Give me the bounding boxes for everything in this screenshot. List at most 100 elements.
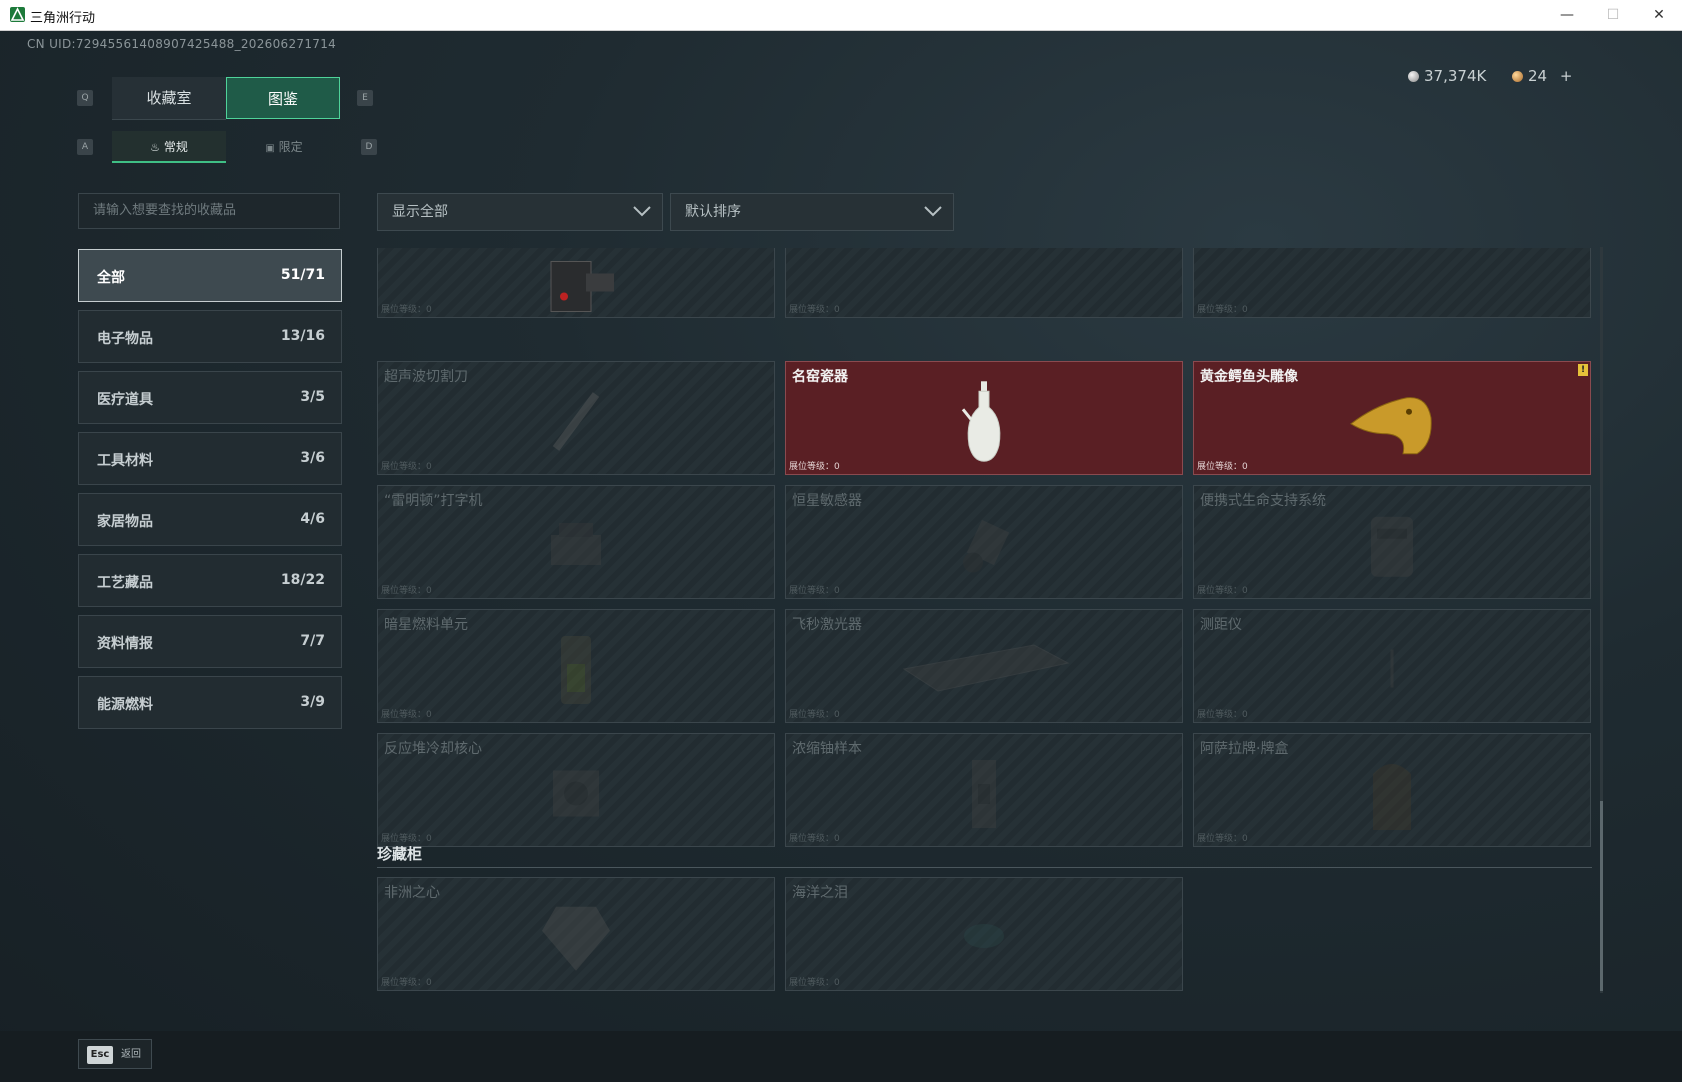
show-filter-dropdown[interactable]: 显示全部	[377, 193, 663, 231]
gold-coin-icon	[1512, 71, 1523, 82]
category-label: 全部	[97, 270, 125, 286]
rangefinder-image	[1390, 649, 1394, 688]
item-card[interactable]: 展位等级：0	[377, 248, 775, 318]
item-name: “雷明顿”打字机	[384, 493, 483, 509]
treasure-cabinet-title: 珍藏柜	[377, 845, 423, 863]
category-tools[interactable]: 工具材料 3/6	[78, 432, 342, 485]
item-level: 展位等级：0	[1197, 710, 1248, 720]
item-card[interactable]: 名窑瓷器 展位等级：0	[785, 361, 1183, 475]
category-medical[interactable]: 医疗道具 3/5	[78, 371, 342, 424]
item-name: 黄金鳄鱼头雕像	[1200, 369, 1298, 385]
item-card[interactable]: 测距仪 展位等级：0	[1193, 609, 1591, 723]
category-household[interactable]: 家居物品 4/6	[78, 493, 342, 546]
category-label: 资料情报	[97, 636, 153, 652]
app-logo-icon	[10, 7, 25, 22]
fuel-cell-image	[561, 636, 591, 704]
item-level: 展位等级：0	[789, 978, 840, 988]
item-card[interactable]: 便携式生命支持系统 展位等级：0	[1193, 485, 1591, 599]
item-level: 展位等级：0	[381, 586, 432, 596]
item-name: 恒星敏感器	[792, 493, 862, 509]
category-count: 18/22	[280, 572, 325, 588]
item-level: 展位等级：0	[789, 586, 840, 596]
item-card[interactable]: 超声波切割刀 展位等级：0	[377, 361, 775, 475]
item-level: 展位等级：0	[381, 305, 432, 315]
heart-of-africa-image	[542, 906, 610, 971]
life-support-image	[1371, 516, 1413, 577]
uranium-sample-image	[972, 760, 996, 828]
category-label: 工具材料	[97, 453, 153, 469]
limited-icon: ▣	[265, 143, 275, 154]
item-name: 反应堆冷却核心	[384, 741, 482, 757]
laser-image	[902, 644, 1070, 692]
item-card[interactable]: “雷明顿”打字机 展位等级：0	[377, 485, 775, 599]
item-name: 浓缩铀样本	[792, 741, 862, 757]
item-name: 飞秒激光器	[792, 617, 862, 633]
item-level: 展位等级：0	[381, 710, 432, 720]
item-name: 测距仪	[1200, 617, 1242, 633]
category-energy[interactable]: 能源燃料 3/9	[78, 676, 342, 729]
item-level: 展位等级：0	[381, 978, 432, 988]
section-divider	[377, 867, 1592, 868]
cutter-image	[552, 392, 600, 451]
search-input[interactable]: 请输入想要查找的收藏品	[78, 193, 340, 229]
subtab-limited[interactable]: ▣ 限定	[234, 131, 334, 163]
category-count: 4/6	[300, 511, 325, 527]
category-intel[interactable]: 资料情报 7/7	[78, 615, 342, 668]
key-hint-d: D	[361, 139, 377, 155]
chevron-down-icon	[924, 206, 942, 217]
back-label: 返回	[121, 1049, 141, 1060]
window-title: 三角洲行动	[30, 11, 96, 26]
add-currency-button[interactable]: +	[1560, 67, 1573, 85]
category-crafts[interactable]: 工艺藏品 18/22	[78, 554, 342, 607]
item-card[interactable]: 飞秒激光器 展位等级：0	[785, 609, 1183, 723]
item-level: 展位等级：0	[789, 834, 840, 844]
silver-amount: 37,374K	[1424, 67, 1487, 85]
item-level: 展位等级：0	[789, 710, 840, 720]
item-card[interactable]: 反应堆冷却核心 展位等级：0	[377, 733, 775, 847]
treasure-card[interactable]: 非洲之心 展位等级：0	[377, 877, 775, 991]
gold-amount: 24	[1528, 67, 1548, 85]
item-card[interactable]: 暗星燃料单元 展位等级：0	[377, 609, 775, 723]
category-label: 电子物品	[97, 331, 153, 347]
typewriter-image	[551, 523, 601, 565]
item-card[interactable]: 浓缩铀样本 展位等级：0	[785, 733, 1183, 847]
category-label: 能源燃料	[97, 697, 153, 713]
window-titlebar: 三角洲行动 — ☐ ✕	[0, 0, 1682, 31]
subtab-normal[interactable]: ♨ 常规	[112, 131, 226, 163]
back-button[interactable]: Esc 返回	[78, 1039, 152, 1069]
scrollbar-thumb[interactable]	[1600, 801, 1603, 991]
item-card[interactable]: ! 黄金鳄鱼头雕像 展位等级：0	[1193, 361, 1591, 475]
item-level: 展位等级：0	[381, 462, 432, 472]
maximize-button[interactable]: ☐	[1590, 0, 1636, 30]
minimize-button[interactable]: —	[1544, 0, 1590, 30]
category-count: 51/71	[280, 267, 325, 283]
treasure-card[interactable]: 海洋之泪 展位等级：0	[785, 877, 1183, 991]
key-hint-e: E	[357, 90, 373, 106]
tab-collection-room[interactable]: 收藏室	[112, 77, 226, 120]
item-level: 展位等级：0	[789, 462, 840, 472]
item-card[interactable]: 恒星敏感器 展位等级：0	[785, 485, 1183, 599]
category-count: 13/16	[280, 328, 325, 344]
tab-gallery[interactable]: 图鉴	[226, 77, 340, 119]
category-count: 3/9	[300, 694, 325, 710]
item-level: 展位等级：0	[1197, 462, 1248, 472]
card-box-image	[1373, 764, 1411, 830]
category-label: 工艺藏品	[97, 575, 153, 591]
esc-key-icon: Esc	[87, 1046, 113, 1064]
category-label: 家居物品	[97, 514, 153, 530]
item-card[interactable]: 展位等级：0	[785, 248, 1183, 318]
item-name: 海洋之泪	[792, 885, 848, 901]
show-filter-value: 显示全部	[392, 204, 448, 220]
item-level: 展位等级：0	[1197, 586, 1248, 596]
category-label: 医疗道具	[97, 392, 153, 408]
item-card[interactable]: 展位等级：0	[1193, 248, 1591, 318]
sort-dropdown[interactable]: 默认排序	[670, 193, 954, 231]
category-all[interactable]: 全部 51/71	[78, 249, 342, 302]
category-electronics[interactable]: 电子物品 13/16	[78, 310, 342, 363]
item-card[interactable]: 阿萨拉牌·牌盒 展位等级：0	[1193, 733, 1591, 847]
close-button[interactable]: ✕	[1636, 0, 1682, 30]
item-name: 超声波切割刀	[384, 369, 468, 385]
bottom-bar	[0, 1031, 1682, 1082]
category-count: 3/5	[300, 389, 325, 405]
gold-currency: 24 +	[1512, 67, 1572, 85]
